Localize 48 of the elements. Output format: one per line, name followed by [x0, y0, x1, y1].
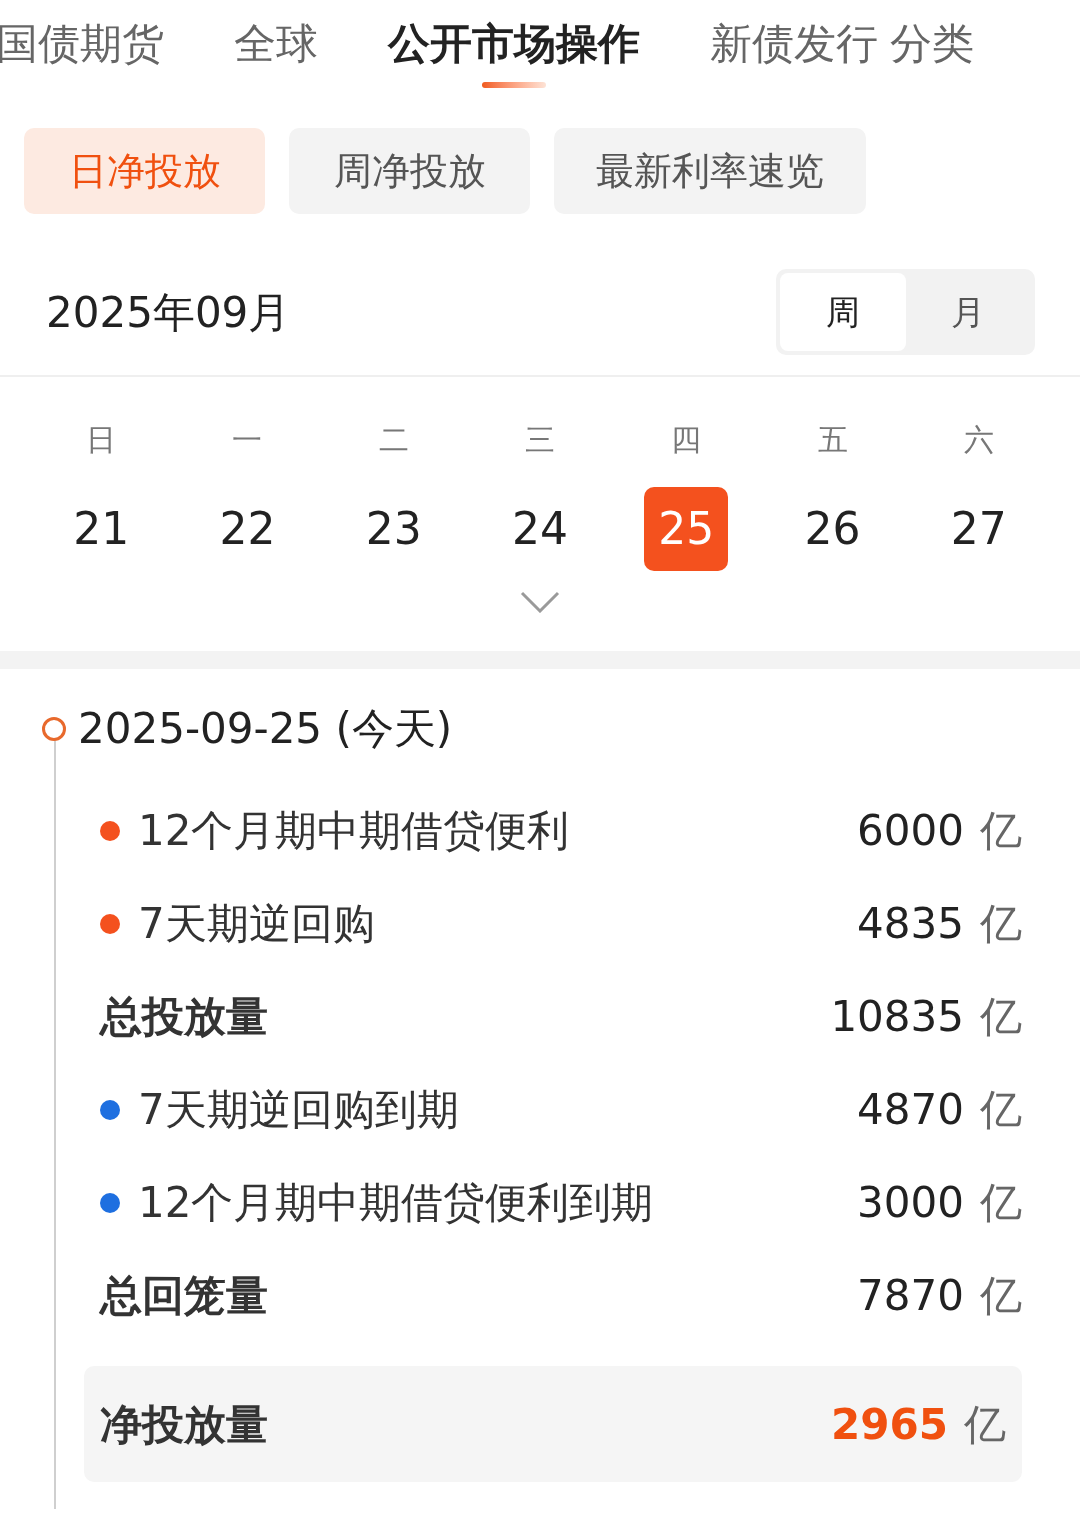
date-cell[interactable]: 23	[351, 487, 436, 571]
date-cell[interactable]: 25	[644, 487, 729, 571]
weekday-label: 六	[963, 421, 994, 457]
row-value: 6000	[857, 805, 964, 857]
top-tab[interactable]: 分类	[890, 14, 974, 74]
date-cell[interactable]: 27	[936, 487, 1021, 571]
row-value: 10835	[830, 991, 964, 1043]
weekday-label: 一	[232, 421, 263, 457]
weekday-label: 四	[671, 421, 702, 457]
sub-tab[interactable]: 周净投放	[289, 128, 530, 214]
date-cell[interactable]: 24	[498, 487, 582, 571]
top-tab[interactable]: 公开市场操作	[388, 14, 640, 74]
row-label: 总回笼量	[100, 1270, 268, 1322]
row-value: 2965	[831, 1398, 948, 1451]
unit-label: 亿	[980, 1177, 1022, 1229]
weekday-label: 二	[378, 421, 409, 457]
weekday-label: 三	[525, 421, 555, 457]
tab-underline	[482, 82, 546, 88]
unit-label: 亿	[980, 898, 1022, 950]
view-toggle-option[interactable]: 月	[905, 273, 1031, 351]
date-cell[interactable]: 21	[59, 487, 144, 571]
date-cell[interactable]: 26	[790, 487, 875, 571]
month-title: 2025年09月	[46, 286, 291, 339]
chevron-down-icon[interactable]	[520, 591, 560, 613]
top-tab[interactable]: 新债发行	[710, 14, 878, 74]
top-tab[interactable]: 全球	[234, 14, 318, 74]
row-label: 12个月期中期借贷便利	[138, 805, 570, 857]
row-label: 7天期逆回购	[138, 898, 375, 950]
row-value: 7870	[857, 1270, 964, 1322]
row-value: 4835	[857, 898, 964, 950]
row-label: 12个月期中期借贷便利到期	[138, 1177, 654, 1229]
unit-label: 亿	[980, 805, 1022, 857]
row-label: 总投放量	[100, 991, 268, 1043]
unit-label: 亿	[964, 1398, 1006, 1451]
unit-label: 亿	[980, 1270, 1022, 1322]
weekday-label: 五	[817, 421, 848, 457]
row-label: 净投放量	[100, 1398, 268, 1451]
unit-label: 亿	[980, 991, 1022, 1043]
row-label: 7天期逆回购到期	[138, 1084, 459, 1136]
view-toggle-option[interactable]: 周	[780, 273, 906, 351]
row-value: 3000	[857, 1177, 964, 1229]
weekday-label: 日	[86, 421, 117, 457]
unit-label: 亿	[980, 1084, 1022, 1136]
timeline-date: 2025-09-25 (今天)	[78, 703, 453, 755]
date-cell[interactable]: 22	[205, 487, 290, 571]
sub-tab[interactable]: 最新利率速览	[554, 128, 866, 214]
top-tab[interactable]: 国债期货	[0, 14, 164, 74]
row-value: 4870	[857, 1084, 964, 1136]
